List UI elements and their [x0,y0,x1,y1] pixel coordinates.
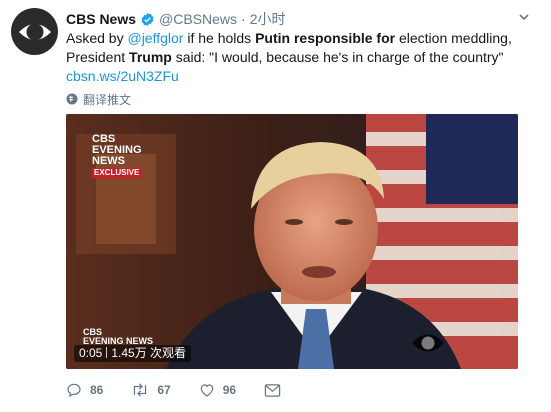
like-count: 96 [222,383,237,397]
account-name[interactable]: CBS News [66,11,136,27]
mention-link[interactable]: @jeffglor [127,30,183,46]
video-duration-badge: 0:05 1.45万 次观看 [74,345,192,362]
like-button[interactable]: 96 [199,382,236,398]
verified-badge-icon [141,12,154,26]
direct-message-icon [264,383,281,397]
url-link[interactable]: cbsn.ws/2uN3ZFu [66,68,179,84]
like-icon [200,384,213,397]
chevron-down-icon[interactable] [518,11,530,23]
tweet-text: Asked by @jeffglor if he holds Putin res… [66,29,536,86]
text-part: President [66,49,130,65]
exclusive-tag: EXCLUSIVE [92,168,142,178]
direct-message-button[interactable] [264,383,289,398]
text-bold: Putin responsible for [255,30,396,46]
avatar[interactable] [11,8,58,55]
timestamp[interactable]: 2小时 [250,9,286,29]
separator-dot: · [241,11,246,27]
tweet-actions: 86 67 96 [66,380,317,400]
text-part: if he holds [183,30,256,46]
translate-tweet[interactable]: 翻译推文 [66,90,131,108]
translate-label: 翻译推文 [83,92,132,107]
lower-logo: CBS EVENING NEWS [83,328,153,346]
reply-count: 86 [90,383,104,397]
cbs-eye-logo-icon [18,23,51,40]
tweet: CBS News @CBSNews · 2小时 Asked by @jeffgl… [0,0,551,412]
corner-logo: CBS EVENING NEWS EXCLUSIVE [92,134,142,178]
text-part: election meddling, [395,30,512,46]
video-duration: 0:05 [79,346,103,360]
retweet-icon [134,383,147,397]
tweet-header: CBS News @CBSNews · 2小时 [66,9,521,29]
reply-button[interactable]: 86 [66,382,103,398]
video-views: 1.45万 次观看 [111,346,187,360]
globe-icon [66,93,78,105]
text-part: Asked by [66,30,128,46]
text-part: said: "I would, because he's in charge o… [171,49,504,65]
retweet-count: 67 [157,383,171,397]
account-handle[interactable]: @CBSNews [159,11,237,27]
retweet-button[interactable]: 67 [131,382,171,398]
text-bold: Trump [129,49,172,65]
corner-logo-line: NEWS [92,155,125,167]
reply-icon [67,383,81,398]
video-player[interactable]: CBS EVENING NEWS EXCLUSIVE CBS EVENING N… [66,114,518,369]
